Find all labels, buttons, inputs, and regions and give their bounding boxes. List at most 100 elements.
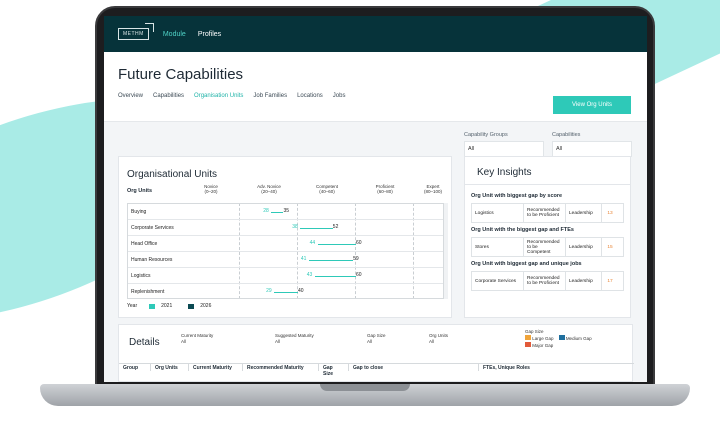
value-2021: 43 <box>306 272 313 278</box>
gap-connector <box>308 260 354 261</box>
value-2021: 29 <box>266 288 272 294</box>
org-units-card: Organisational Units Org Units Novice (0–… <box>118 156 452 318</box>
gap-connector <box>314 276 356 277</box>
gap-connector <box>271 212 284 213</box>
gap-legend-major: Major Gap <box>525 342 592 349</box>
insight-recommendation: Recommended to be Competent <box>524 238 566 256</box>
legend-title: Year <box>127 303 138 309</box>
page-header: Future Capabilities Overview Capabilitie… <box>104 52 647 122</box>
laptop-notch <box>320 384 410 391</box>
insight-heading: Org Unit with the biggest gap and FTEs <box>471 227 574 233</box>
org-unit-name: Buying <box>131 209 147 215</box>
org-unit-name: Head Office <box>131 241 158 247</box>
insight-recommendation: Recommended to be Proficient <box>524 204 566 222</box>
insight-value: 15 <box>607 244 613 250</box>
capability-groups-select[interactable]: All <box>464 141 544 157</box>
org-unit-name: Logistics <box>131 273 151 279</box>
col-gap-size[interactable]: Gap Size <box>319 364 349 377</box>
stage: METHM Module Profiles Future Capabilitie… <box>0 0 720 439</box>
col-gap-to-close[interactable]: Gap to close <box>349 364 479 371</box>
top-bar: METHM Module Profiles <box>104 16 647 52</box>
filter-capabilities: Capabilities All <box>552 132 632 157</box>
col-group[interactable]: Group <box>119 364 151 371</box>
org-unit-row[interactable]: Replenishment 29 40 <box>128 284 444 298</box>
details-filter-current-maturity[interactable]: Current Maturity All <box>181 333 213 345</box>
filters: Capability Groups All Capabilities All <box>464 132 632 157</box>
legend-swatch-2026 <box>188 303 195 309</box>
insight-row[interactable]: Logistics Recommended to be Proficient L… <box>471 203 624 223</box>
value-2021: 44 <box>309 240 316 246</box>
value-2021: 28 <box>263 208 269 214</box>
insight-capability: Leadership <box>566 204 602 222</box>
value-2021: 41 <box>300 256 307 262</box>
insight-unit: Logistics <box>472 204 524 222</box>
gap-connector <box>300 228 333 229</box>
nav-module[interactable]: Module <box>163 31 186 38</box>
org-units-rows[interactable]: Buying 28 35 Corporate Services 38 52 Head Off… <box>127 203 445 299</box>
top-nav: Module Profiles <box>163 31 221 38</box>
org-unit-row[interactable]: Logistics 43 60 <box>128 268 444 284</box>
insight-heading: Org Unit with biggest gap by score <box>471 193 563 199</box>
year-legend: Year 2021 2026 <box>127 303 211 309</box>
org-unit-row[interactable]: Corporate Services 38 52 <box>128 220 444 236</box>
gap-connector <box>317 244 356 245</box>
col-current-maturity[interactable]: Current Maturity <box>189 364 243 371</box>
org-unit-row[interactable]: Head Office 44 60 <box>128 236 444 252</box>
org-units-scrollbar[interactable] <box>443 203 448 299</box>
org-units-title: Organisational Units <box>127 169 218 180</box>
key-insights-card: Key Insights Org Unit with biggest gap b… <box>464 156 631 318</box>
value-2026: 52 <box>332 224 339 230</box>
tab-job-families[interactable]: Job Families <box>253 93 287 99</box>
details-filter-org-units[interactable]: Org Units All <box>429 333 448 345</box>
value-2021: 38 <box>292 224 298 230</box>
app-screen: METHM Module Profiles Future Capabilitie… <box>104 16 647 382</box>
col-recommended-maturity[interactable]: Recommended Maturity <box>243 364 319 371</box>
insight-value: 17 <box>607 278 613 284</box>
details-table-header: Group Org Units Current Maturity Recomme… <box>119 363 634 377</box>
org-unit-name: Human Resources <box>131 257 173 263</box>
gap-connector <box>274 292 298 293</box>
value-2026: 35 <box>283 208 290 214</box>
insight-capability: Leadership <box>566 272 602 290</box>
tab-jobs[interactable]: Jobs <box>333 93 346 99</box>
insight-section: Org Unit with biggest gap by score Logis… <box>465 185 630 291</box>
capabilities-select[interactable]: All <box>552 141 632 157</box>
filter-label: Capability Groups <box>464 132 508 138</box>
insight-recommendation: Recommended to be Proficient <box>524 272 566 290</box>
nav-profiles[interactable]: Profiles <box>198 31 221 38</box>
insight-heading: Org Unit with biggest gap and unique job… <box>471 261 582 267</box>
tab-overview[interactable]: Overview <box>118 93 143 99</box>
tab-locations[interactable]: Locations <box>297 93 323 99</box>
tab-capabilities[interactable]: Capabilities <box>153 93 184 99</box>
insight-unit: Corporate Services <box>472 272 524 290</box>
app-logo[interactable]: METHM <box>118 23 154 40</box>
key-insights-title: Key Insights <box>465 157 630 185</box>
band-header-novice: Novice (0–20) <box>204 184 218 194</box>
insight-capability: Leadership <box>566 238 602 256</box>
tab-organisation-units[interactable]: Organisation Units <box>194 93 243 99</box>
gap-legend-large: Large Gap Medium Gap <box>525 335 592 342</box>
col-ftes-unique-roles[interactable]: FTEs, Unique Roles <box>479 364 634 371</box>
band-header-adv-novice: Adv. Novice (20–40) <box>257 184 281 194</box>
insight-row[interactable]: Stores Recommended to be Competent Leade… <box>471 237 624 257</box>
details-filter-suggested-maturity[interactable]: Suggested Maturity All <box>275 333 314 345</box>
gap-size-legend: Gap Size Large Gap Medium Gap Major Gap <box>525 329 592 349</box>
view-org-units-button[interactable]: View Org Units <box>553 96 631 114</box>
org-units-header: Org Units Novice (0–20) Adv. Novice (20–40… <box>119 184 451 202</box>
value-2026: 40 <box>298 288 304 294</box>
filter-capability-groups: Capability Groups All <box>464 132 544 157</box>
filter-label: Capabilities <box>552 132 581 138</box>
insight-row[interactable]: Corporate Services Recommended to be Pro… <box>471 271 624 291</box>
org-unit-name: Replenishment <box>131 289 165 295</box>
details-title: Details <box>129 337 160 348</box>
org-unit-row[interactable]: Buying 28 35 <box>128 204 444 220</box>
page-title: Future Capabilities <box>118 66 244 83</box>
details-filter-gap-size[interactable]: Gap Size All <box>367 333 386 345</box>
org-unit-row[interactable]: Human Resources 41 59 <box>128 252 444 268</box>
insight-value: 13 <box>607 210 613 216</box>
org-units-column-header: Org Units <box>127 188 153 194</box>
band-header-competent: Competent (40–60) <box>315 184 338 194</box>
legend-2021: 2021 <box>161 303 173 309</box>
col-org-units[interactable]: Org Units <box>151 364 189 371</box>
org-unit-name: Corporate Services <box>131 225 174 231</box>
